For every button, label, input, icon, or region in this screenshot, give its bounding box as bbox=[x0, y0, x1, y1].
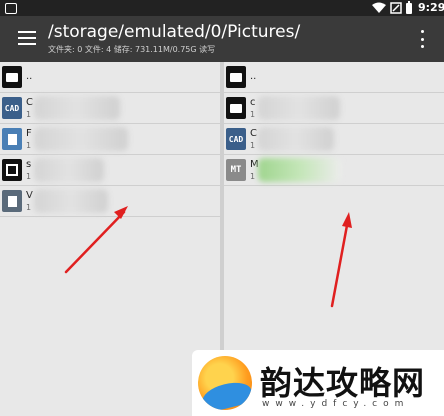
blurred-text bbox=[34, 127, 128, 151]
site-logo-icon bbox=[198, 356, 252, 410]
app-toolbar: /storage/emulated/0/Pictures/ 文件夹: 0 文件:… bbox=[0, 16, 444, 62]
blurred-text bbox=[258, 127, 334, 151]
status-time: 9:29 bbox=[418, 1, 444, 14]
watermark-url: www.ydfcy.com bbox=[262, 399, 410, 409]
chip-icon bbox=[2, 159, 22, 181]
file-name: s bbox=[26, 159, 32, 170]
hamburger-menu-icon[interactable] bbox=[18, 31, 36, 45]
file-meta: 1 bbox=[26, 110, 32, 119]
blurred-text bbox=[34, 96, 120, 120]
file-name: .. bbox=[250, 71, 257, 82]
file-name: F bbox=[26, 128, 32, 139]
file-meta: 1 bbox=[26, 141, 32, 150]
storage-info: 文件夹: 0 文件: 4 储存: 731.11M/0.75G 读写 bbox=[48, 45, 216, 54]
watermark-title: 韵达攻略网 bbox=[260, 364, 426, 402]
file-meta: 1 bbox=[250, 172, 256, 181]
blurred-text bbox=[258, 96, 340, 120]
cad-file-icon: CAD bbox=[226, 128, 246, 150]
document-icon bbox=[2, 128, 22, 150]
battery-icon bbox=[404, 0, 414, 16]
folder-up-icon bbox=[226, 66, 246, 88]
file-name: V bbox=[26, 190, 33, 201]
file-name: .. bbox=[26, 71, 33, 82]
status-bar: 9:29 bbox=[0, 0, 444, 16]
cad-file-icon: CAD bbox=[2, 97, 22, 119]
blurred-text bbox=[34, 158, 104, 182]
document-icon bbox=[2, 190, 22, 212]
file-name: C bbox=[26, 97, 33, 108]
blurred-text bbox=[34, 189, 108, 213]
list-item[interactable]: c 1 bbox=[224, 93, 444, 124]
file-name: C bbox=[250, 128, 257, 139]
list-item[interactable]: CAD C 1 bbox=[0, 93, 220, 124]
list-item[interactable]: CAD C 1 bbox=[224, 124, 444, 155]
file-meta: 1 bbox=[250, 141, 256, 150]
list-item[interactable]: V 1 bbox=[0, 186, 220, 217]
current-path-title: /storage/emulated/0/Pictures/ bbox=[48, 22, 301, 42]
folder-icon bbox=[226, 97, 246, 119]
list-item[interactable]: .. bbox=[224, 62, 444, 93]
file-meta: 1 bbox=[26, 203, 32, 212]
site-watermark: 韵达攻略网 www.ydfcy.com bbox=[192, 350, 444, 416]
list-item[interactable]: F 1 bbox=[0, 124, 220, 155]
file-meta: 1 bbox=[26, 172, 32, 181]
signal-icon bbox=[390, 0, 402, 16]
list-item[interactable]: .. bbox=[0, 62, 220, 93]
file-meta: 1 bbox=[250, 110, 256, 119]
blurred-text bbox=[258, 158, 342, 182]
app-icon bbox=[4, 0, 18, 16]
list-item[interactable]: MT M 1 bbox=[224, 155, 444, 186]
mt-manager-icon: MT bbox=[226, 159, 246, 181]
wifi-icon bbox=[372, 0, 386, 16]
left-file-pane[interactable]: .. CAD C 1 F 1 s 1 V 1 bbox=[0, 62, 220, 416]
vertical-dots-icon[interactable] bbox=[418, 30, 426, 48]
folder-up-icon bbox=[2, 66, 22, 88]
file-name: c bbox=[250, 97, 256, 108]
list-item[interactable]: s 1 bbox=[0, 155, 220, 186]
